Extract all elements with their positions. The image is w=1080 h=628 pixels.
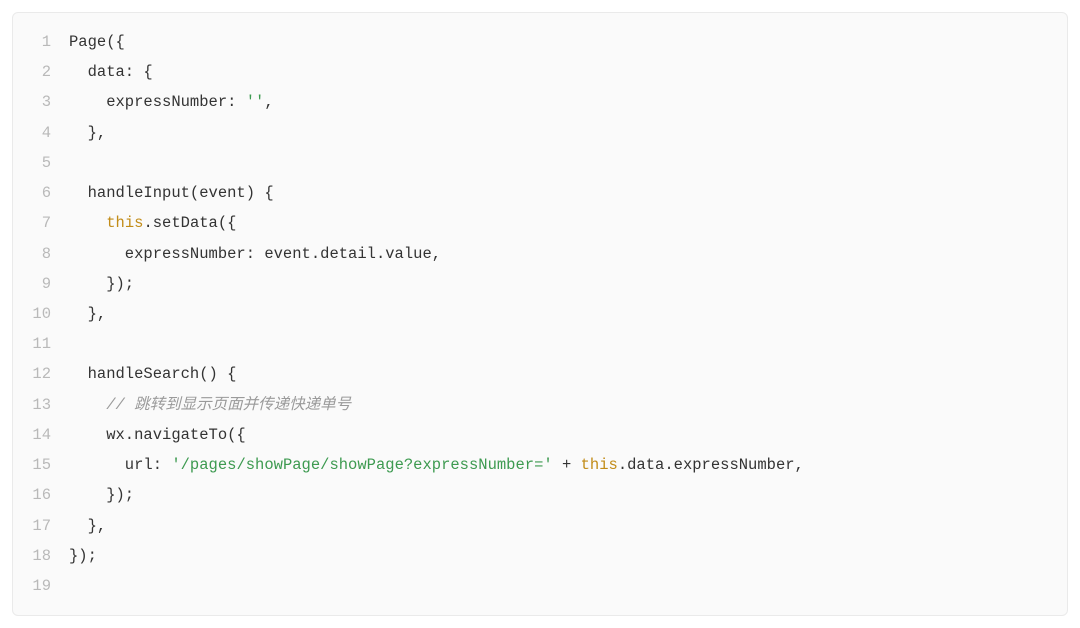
line-number: 13 xyxy=(13,390,69,420)
line-number: 8 xyxy=(13,239,69,269)
code-content: handleSearch() { xyxy=(69,359,236,389)
token-plain: + xyxy=(553,456,581,474)
code-content: }, xyxy=(69,299,106,329)
token-plain: Page({ xyxy=(69,33,125,51)
code-content: }); xyxy=(69,541,97,571)
line-number: 16 xyxy=(13,480,69,510)
token-keyword: this xyxy=(106,214,143,232)
code-line: 17 }, xyxy=(13,511,1067,541)
code-content: }, xyxy=(69,118,106,148)
line-number: 5 xyxy=(13,148,69,178)
line-number: 15 xyxy=(13,450,69,480)
code-line: 10 }, xyxy=(13,299,1067,329)
token-comment: // 跳转到显示页面并传递快递单号 xyxy=(106,396,351,414)
token-plain: }, xyxy=(69,517,106,535)
line-number: 10 xyxy=(13,299,69,329)
code-content: this.setData({ xyxy=(69,208,236,238)
code-line: 15 url: '/pages/showPage/showPage?expres… xyxy=(13,450,1067,480)
token-plain: }); xyxy=(69,275,134,293)
token-plain: .setData({ xyxy=(143,214,236,232)
token-plain: , xyxy=(264,93,273,111)
line-number: 17 xyxy=(13,511,69,541)
code-line: 7 this.setData({ xyxy=(13,208,1067,238)
line-number: 1 xyxy=(13,27,69,57)
code-content: }); xyxy=(69,480,134,510)
line-number: 19 xyxy=(13,571,69,601)
token-plain: url: xyxy=(69,456,171,474)
code-content: }, xyxy=(69,511,106,541)
token-string: '' xyxy=(246,93,265,111)
line-number: 12 xyxy=(13,359,69,389)
token-plain xyxy=(69,214,106,232)
code-content: }); xyxy=(69,269,134,299)
token-plain: }, xyxy=(69,305,106,323)
code-line: 14 wx.navigateTo({ xyxy=(13,420,1067,450)
line-number: 4 xyxy=(13,118,69,148)
code-line: 18}); xyxy=(13,541,1067,571)
code-line: 12 handleSearch() { xyxy=(13,359,1067,389)
line-number: 14 xyxy=(13,420,69,450)
line-number: 11 xyxy=(13,329,69,359)
code-content: handleInput(event) { xyxy=(69,178,274,208)
code-content: wx.navigateTo({ xyxy=(69,420,246,450)
code-content: Page({ xyxy=(69,27,125,57)
code-line: 16 }); xyxy=(13,480,1067,510)
code-content: url: '/pages/showPage/showPage?expressNu… xyxy=(69,450,804,480)
line-number: 7 xyxy=(13,208,69,238)
code-line: 3 expressNumber: '', xyxy=(13,87,1067,117)
code-line: 8 expressNumber: event.detail.value, xyxy=(13,239,1067,269)
code-content: data: { xyxy=(69,57,153,87)
line-number: 18 xyxy=(13,541,69,571)
token-plain: handleSearch() { xyxy=(69,365,236,383)
token-plain: }); xyxy=(69,486,134,504)
token-plain: }); xyxy=(69,547,97,565)
token-string: '/pages/showPage/showPage?expressNumber=… xyxy=(171,456,552,474)
token-plain: wx.navigateTo({ xyxy=(69,426,246,444)
line-number: 6 xyxy=(13,178,69,208)
code-line: 13 // 跳转到显示页面并传递快递单号 xyxy=(13,390,1067,420)
line-number: 3 xyxy=(13,87,69,117)
code-line: 6 handleInput(event) { xyxy=(13,178,1067,208)
token-plain: data: { xyxy=(69,63,153,81)
token-plain: }, xyxy=(69,124,106,142)
code-line: 11 xyxy=(13,329,1067,359)
code-content: // 跳转到显示页面并传递快递单号 xyxy=(69,390,351,420)
code-block: 1Page({2 data: {3 expressNumber: '',4 },… xyxy=(12,12,1068,616)
token-plain: handleInput(event) { xyxy=(69,184,274,202)
token-keyword: this xyxy=(581,456,618,474)
token-plain: .data.expressNumber, xyxy=(618,456,804,474)
code-line: 9 }); xyxy=(13,269,1067,299)
code-content: expressNumber: '', xyxy=(69,87,274,117)
token-plain xyxy=(69,396,106,414)
code-line: 1Page({ xyxy=(13,27,1067,57)
code-content: expressNumber: event.detail.value, xyxy=(69,239,441,269)
code-line: 5 xyxy=(13,148,1067,178)
code-line: 2 data: { xyxy=(13,57,1067,87)
token-plain: expressNumber: event.detail.value, xyxy=(69,245,441,263)
code-line: 4 }, xyxy=(13,118,1067,148)
line-number: 9 xyxy=(13,269,69,299)
code-line: 19 xyxy=(13,571,1067,601)
token-plain: expressNumber: xyxy=(69,93,246,111)
line-number: 2 xyxy=(13,57,69,87)
